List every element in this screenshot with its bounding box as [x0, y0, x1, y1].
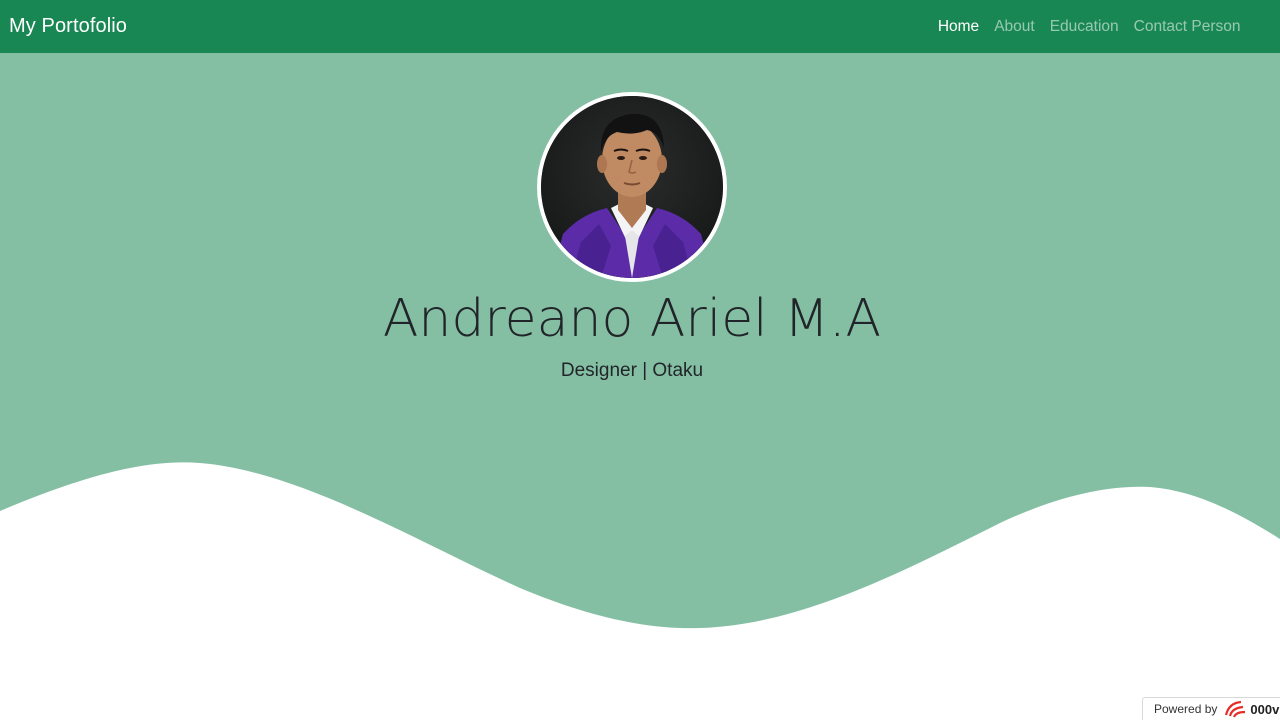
powered-by-brand: 000v: [1250, 701, 1280, 717]
nav-link-education[interactable]: Education: [1042, 18, 1126, 36]
powered-by-label: Powered by: [1154, 702, 1218, 716]
nav-link-about[interactable]: About: [987, 18, 1043, 36]
brand-link[interactable]: My Portofolio: [9, 15, 127, 38]
hero-tagline: Designer | Otaku: [560, 360, 704, 381]
profile-photo-illustration: [541, 96, 723, 278]
powered-by-badge[interactable]: Powered by 000v: [1142, 697, 1280, 720]
hero-name: Andreano Ariel M.A: [382, 289, 882, 349]
000webhost-logo-icon: [1225, 700, 1246, 718]
nav-link-home[interactable]: Home: [930, 18, 986, 36]
hero-section: Andreano Ariel M.A Designer | Otaku: [0, 53, 1280, 720]
nav-links: Home About Education Contact Person: [930, 18, 1248, 36]
profile-photo: [537, 92, 727, 282]
navbar: My Portofolio Home About Education Conta…: [0, 0, 1280, 53]
nav-link-contact-person[interactable]: Contact Person: [1126, 18, 1248, 36]
